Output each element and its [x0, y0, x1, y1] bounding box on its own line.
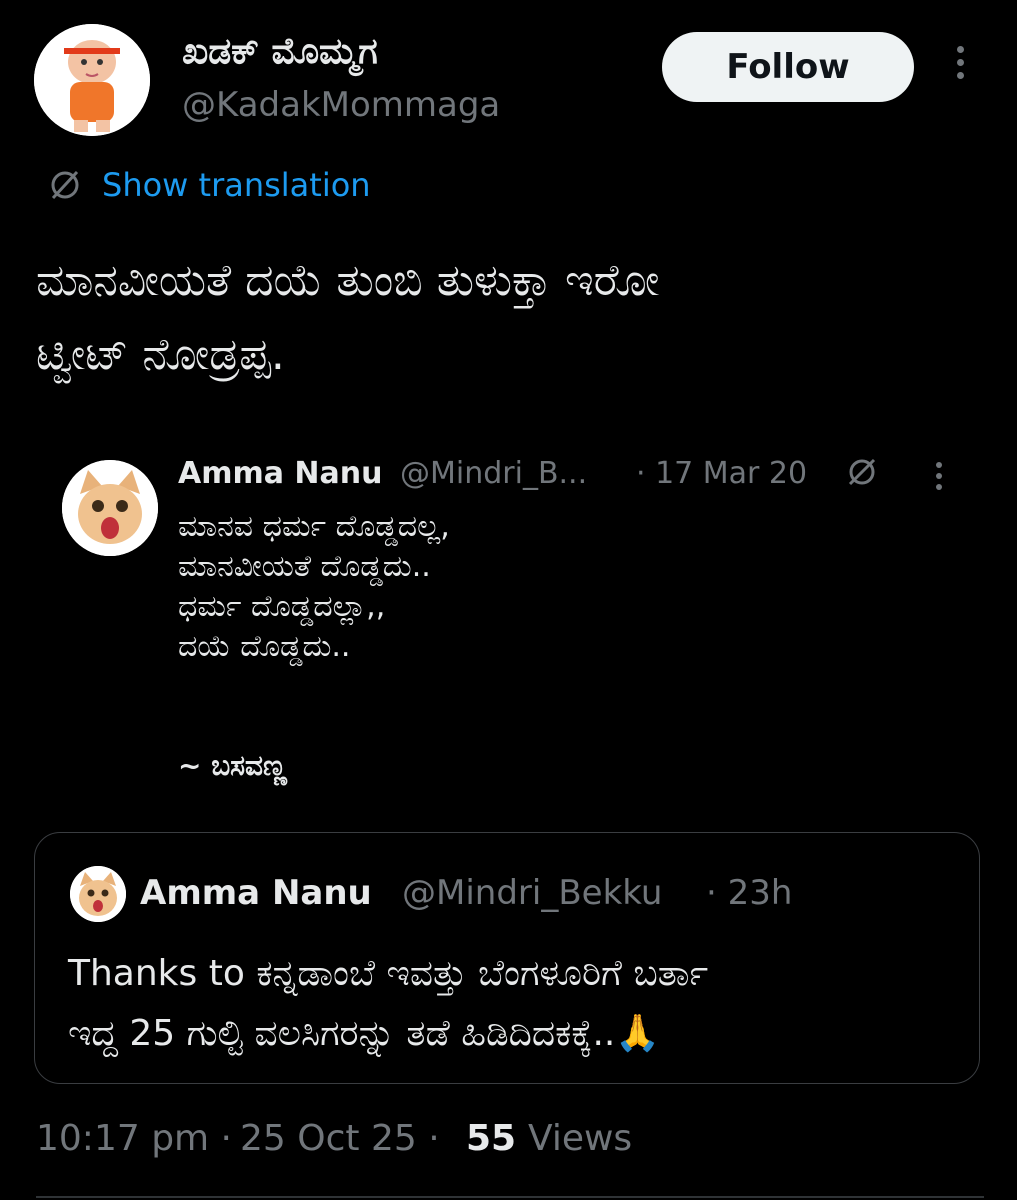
- quote-author-avatar: [70, 866, 126, 922]
- quote-author-name[interactable]: Amma Nanu: [140, 872, 372, 914]
- embedded-translate-icon: [846, 456, 878, 488]
- views-label: Views: [528, 1118, 633, 1159]
- follow-button[interactable]: Follow: [662, 32, 914, 102]
- tweet-time[interactable]: 10:17 pm ·: [36, 1117, 232, 1161]
- author-avatar[interactable]: [34, 24, 150, 136]
- embedded-signature: ~ ಬಸವಣ್ಣ: [178, 749, 287, 782]
- embedded-more-icon: [934, 462, 944, 492]
- tweet-text: ಮಾನವೀಯತೆ ದಯೆ ತುಂಬಿ ತುಳುಕ್ತಾ ಇರೋ ಟ್ವೀಟ್ ನ…: [36, 255, 660, 380]
- embedded-date: · 17 Mar 20: [636, 456, 808, 491]
- tweet-date[interactable]: 25 Oct 25 ·: [240, 1117, 440, 1161]
- translate-icon: [48, 168, 82, 202]
- embedded-author-name: Amma Nanu: [178, 456, 383, 491]
- show-translation-link[interactable]: Show translation: [102, 165, 371, 205]
- embedded-poem-text: ಮಾನವ ಧರ್ಮ ದೊಡ್ಡದಲ್ಲ, ಮಾನವೀಯತೆ ದೊಡ್ಡದು.. …: [178, 509, 450, 664]
- views-count: 55: [466, 1118, 517, 1159]
- embedded-author-handle: @Mindri_B...: [400, 456, 588, 491]
- quote-text: Thanks to ಕನ್ನಡಾಂಬೆ ಇವತ್ತು ಬೆಂಗಳೂರಿಗೆ ಬರ…: [68, 953, 709, 1054]
- author-handle[interactable]: @KadakMommaga: [182, 84, 500, 126]
- author-display-name[interactable]: ಖಡಕ್ ಮೊಮ್ಮಗ: [182, 30, 378, 74]
- quote-author-handle[interactable]: @Mindri_Bekku: [402, 872, 662, 914]
- quote-timestamp[interactable]: · 23h: [706, 872, 792, 914]
- cat-avatar: [62, 460, 158, 556]
- more-options-icon[interactable]: [948, 46, 972, 86]
- divider: [36, 1196, 984, 1198]
